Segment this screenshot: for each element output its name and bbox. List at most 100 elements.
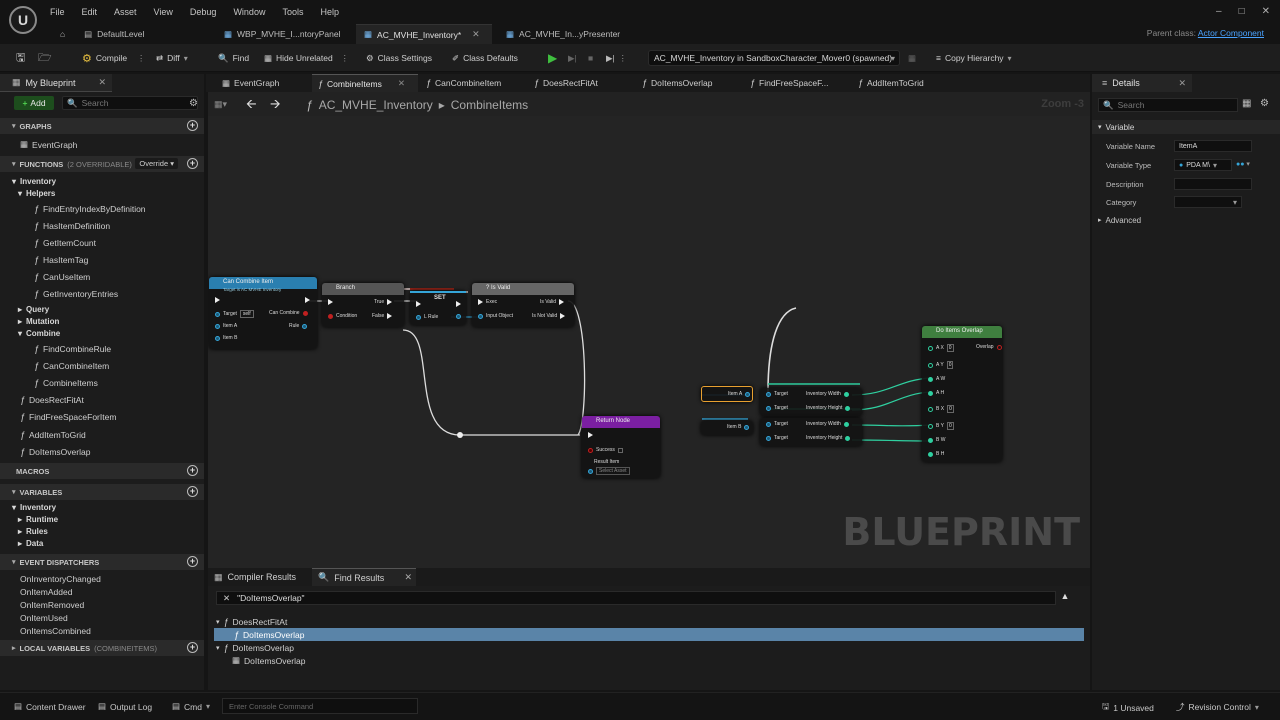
pin-ay[interactable]: A Y0 (928, 361, 954, 369)
function-item[interactable]: ƒ CombineItems (34, 378, 98, 388)
pin-ax[interactable]: A X0 (928, 344, 954, 352)
category-helpers[interactable]: ▾ Helpers (18, 189, 55, 198)
pin-input-object[interactable]: Input Object (478, 313, 513, 319)
close-tab-icon[interactable]: ✕ (398, 78, 405, 89)
dispatcher-item[interactable]: OnItemRemoved (20, 600, 84, 610)
category-mutation[interactable]: ▸ Mutation (18, 317, 59, 326)
category-inventory[interactable]: ▾ Inventory (12, 177, 56, 186)
graphs-section[interactable]: ▾ GRAPHS + (0, 118, 204, 134)
node-branch[interactable]: Branch True Condition False (322, 283, 404, 327)
revision-control-button[interactable]: ⤴ Revision Control ▾ (1176, 701, 1259, 713)
doc-tab-presenter[interactable]: ▦ AC_MVHE_In...yPresenter (498, 24, 628, 44)
category-combine[interactable]: ▾ Combine (18, 329, 60, 338)
function-item[interactable]: ƒ HasItemTag (34, 255, 88, 265)
find-result-row[interactable]: ƒ DoItemsOverlap (214, 628, 1084, 641)
function-item[interactable]: ƒ AddItemToGrid (20, 430, 86, 440)
copy-hierarchy-button[interactable]: ≡ Copy Hierarchy ▾ (936, 50, 1012, 66)
pin-false[interactable]: False (372, 313, 393, 319)
debug-object-select[interactable]: AC_MVHE_Inventory in SandboxCharacter_Mo… (648, 50, 900, 66)
find-input[interactable]: ✕ "DoItemsOverlap" (216, 591, 1056, 605)
pin-result-item[interactable]: Select Asset (588, 467, 630, 475)
graph-tab[interactable]: ƒ AddItemToGrid (852, 74, 930, 92)
category-data[interactable]: ▸ Data (18, 539, 43, 548)
minimize-icon[interactable]: – (1216, 6, 1222, 17)
graph-tab[interactable]: ƒ CanCombineItem (420, 74, 507, 92)
pin-exec[interactable]: Exec (478, 299, 497, 305)
cmd-button[interactable]: ▤ Cmd ▾ (172, 701, 210, 712)
macros-section[interactable]: MACROS + (0, 463, 204, 479)
pin-true[interactable]: True (374, 299, 393, 305)
container-type-icon[interactable]: ●● ▾ (1236, 160, 1250, 168)
table-view-icon[interactable]: ▦ (1242, 98, 1251, 109)
function-item[interactable]: ƒ HasItemDefinition (34, 221, 110, 231)
menu-asset[interactable]: Asset (114, 7, 145, 17)
dispatcher-item[interactable]: OnItemUsed (20, 613, 68, 623)
function-item[interactable]: ƒ CanUseItem (34, 272, 90, 282)
graph-tab[interactable]: ƒ DoesRectFitAt (528, 74, 604, 92)
node-return[interactable]: Return Node Success Result Item Select A… (582, 416, 660, 478)
class-settings-button[interactable]: ⚙ Class Settings (366, 50, 432, 66)
find-results-tab[interactable]: 🔍 Find Results ✕ (312, 568, 416, 586)
my-blueprint-tab[interactable]: ▦ My Blueprint ✕ (0, 74, 112, 92)
add-dispatcher-icon[interactable]: + (187, 556, 198, 567)
more-icon[interactable]: ⋮ (341, 54, 349, 63)
function-item[interactable]: ƒ FindEntryIndexByDefinition (34, 204, 146, 214)
close-tab-icon[interactable]: ✕ (404, 572, 412, 583)
unsaved-button[interactable]: 🖫 1 Unsaved (1102, 701, 1154, 715)
functions-section[interactable]: ▾ FUNCTIONS (2 OVERRIDABLE) Override ▾ + (0, 156, 204, 172)
function-item[interactable]: ƒ CanCombineItem (34, 361, 109, 371)
pin-item-b[interactable]: Item B (215, 335, 237, 341)
override-dropdown[interactable]: Override ▾ (135, 158, 178, 169)
function-item[interactable]: ƒ FindCombineRule (34, 344, 111, 354)
function-item[interactable]: ƒ FindFreeSpaceForItem (20, 412, 116, 422)
close-window-icon[interactable]: ✕ (1262, 6, 1270, 17)
browse-button[interactable]: 🗁 (38, 50, 52, 66)
save-button[interactable]: 🖫 (16, 50, 25, 66)
pin-exec-out[interactable] (305, 297, 310, 303)
pin-is-valid[interactable]: Is Valid (540, 299, 565, 305)
pin-condition[interactable]: Condition (328, 313, 357, 319)
graph-tab[interactable]: ƒ FindFreeSpaceF... (744, 74, 834, 92)
unreal-logo-icon[interactable]: U (9, 6, 37, 34)
doc-tab-defaultlevel[interactable]: ⌂ ▤ DefaultLevel (52, 24, 152, 44)
category-rules[interactable]: ▸ Rules (18, 527, 48, 536)
menu-help[interactable]: Help (320, 7, 347, 17)
class-defaults-button[interactable]: ✐ Class Defaults (452, 50, 518, 66)
add-local-variable-icon[interactable]: + (187, 642, 198, 653)
pin-target[interactable]: Target (766, 435, 788, 441)
pin-item-a[interactable]: Item A (215, 323, 237, 329)
more-icon[interactable]: ⋮ (619, 54, 627, 63)
add-variable-icon[interactable]: + (187, 486, 198, 497)
pin-exec-in[interactable] (588, 432, 593, 438)
hide-unrelated-button[interactable]: ▦ Hide Unrelated ⋮ (264, 50, 349, 66)
node-can-combine-item[interactable]: Can Combine Item Target is AC MVHE Inven… (209, 277, 317, 349)
console-input[interactable]: Enter Console Command (222, 698, 418, 714)
settings-gear-icon[interactable]: ⚙ (189, 98, 198, 109)
pin-success[interactable]: Success (588, 447, 623, 453)
menu-file[interactable]: File (50, 7, 73, 17)
content-drawer-button[interactable]: ▤ Content Drawer (14, 701, 86, 712)
category-inventory-vars[interactable]: ▾ Inventory (12, 503, 56, 512)
debug-filter-button[interactable]: ▦ (908, 50, 916, 66)
details-search-input[interactable]: 🔍 Search (1098, 98, 1238, 112)
find-in-all-blueprints-icon[interactable]: ▲ (1058, 591, 1072, 605)
pin-inventory-width[interactable]: Inventory Width (806, 421, 849, 427)
menu-edit[interactable]: Edit (82, 7, 106, 17)
graph-tab[interactable]: ƒ DoItemsOverlap (636, 74, 718, 92)
event-dispatchers-section[interactable]: ▾ EVENT DISPATCHERS + (0, 554, 204, 570)
variable-type-field[interactable]: ● PDA M\ ▾ (1174, 159, 1232, 171)
pin-is-not-valid[interactable]: Is Not Valid (532, 313, 566, 319)
pin-inventory-height[interactable]: Inventory Height (806, 435, 851, 441)
pin-ah[interactable]: A H (928, 390, 944, 396)
stop-button[interactable]: ■ (588, 50, 593, 66)
find-result-row[interactable]: ▾ ƒ DoItemsOverlap (214, 641, 1084, 654)
pin-item-a[interactable]: Item A (728, 391, 751, 397)
find-result-row[interactable]: ▦ DoItemsOverlap (214, 654, 1084, 667)
node-is-valid[interactable]: ? Is Valid Exec Is Valid Input Object Is… (472, 283, 574, 327)
variable-section[interactable]: ▾ Variable (1092, 120, 1280, 134)
add-graph-icon[interactable]: + (187, 120, 198, 131)
function-item[interactable]: ƒ GetInventoryEntries (34, 289, 118, 299)
compiler-results-tab[interactable]: ▦ Compiler Results (208, 568, 302, 586)
add-button[interactable]: + Add (14, 96, 54, 110)
parent-class-link[interactable]: Actor Component (1198, 28, 1264, 38)
